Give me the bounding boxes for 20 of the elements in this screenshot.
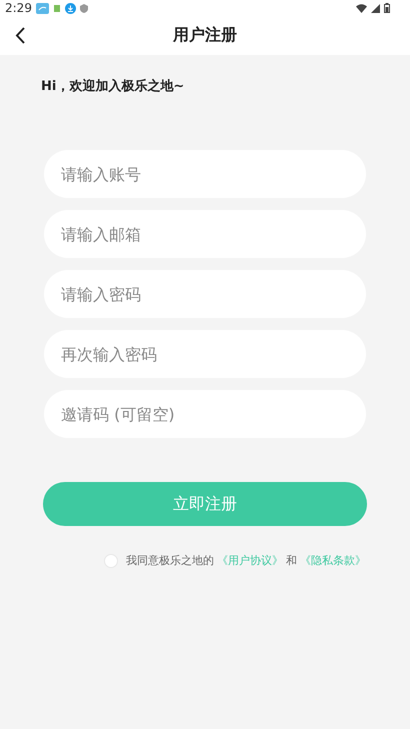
battery-icon [384, 3, 390, 13]
back-icon[interactable] [15, 27, 25, 44]
input-field[interactable]: 请输入账号 [44, 150, 366, 198]
input-field[interactable]: 邀请码 (可留空) [44, 390, 366, 438]
page-title: 用户注册 [173, 25, 237, 46]
wifi-icon [356, 4, 367, 12]
signal-icon [371, 4, 380, 12]
input-field[interactable]: 请输入密码 [44, 270, 366, 318]
privacy-policy-link[interactable]: 《隐私条款》 [300, 553, 366, 568]
download-icon [64, 2, 76, 14]
status-time: 2:29 [5, 1, 32, 15]
app-notification-icon [36, 2, 49, 14]
shield-icon [80, 4, 88, 12]
user-agreement-link[interactable]: 《用户协议》 [217, 553, 283, 568]
agreement-text: 和 [286, 553, 297, 568]
greeting-text: Hi，欢迎加入极乐之地~ [41, 78, 184, 95]
register-button[interactable]: 立即注册 [43, 482, 367, 526]
input-field[interactable]: 请输入邮箱 [44, 210, 366, 258]
agreement-text: 我同意极乐之地的 [126, 553, 214, 568]
input-field[interactable]: 再次输入密码 [44, 330, 366, 378]
